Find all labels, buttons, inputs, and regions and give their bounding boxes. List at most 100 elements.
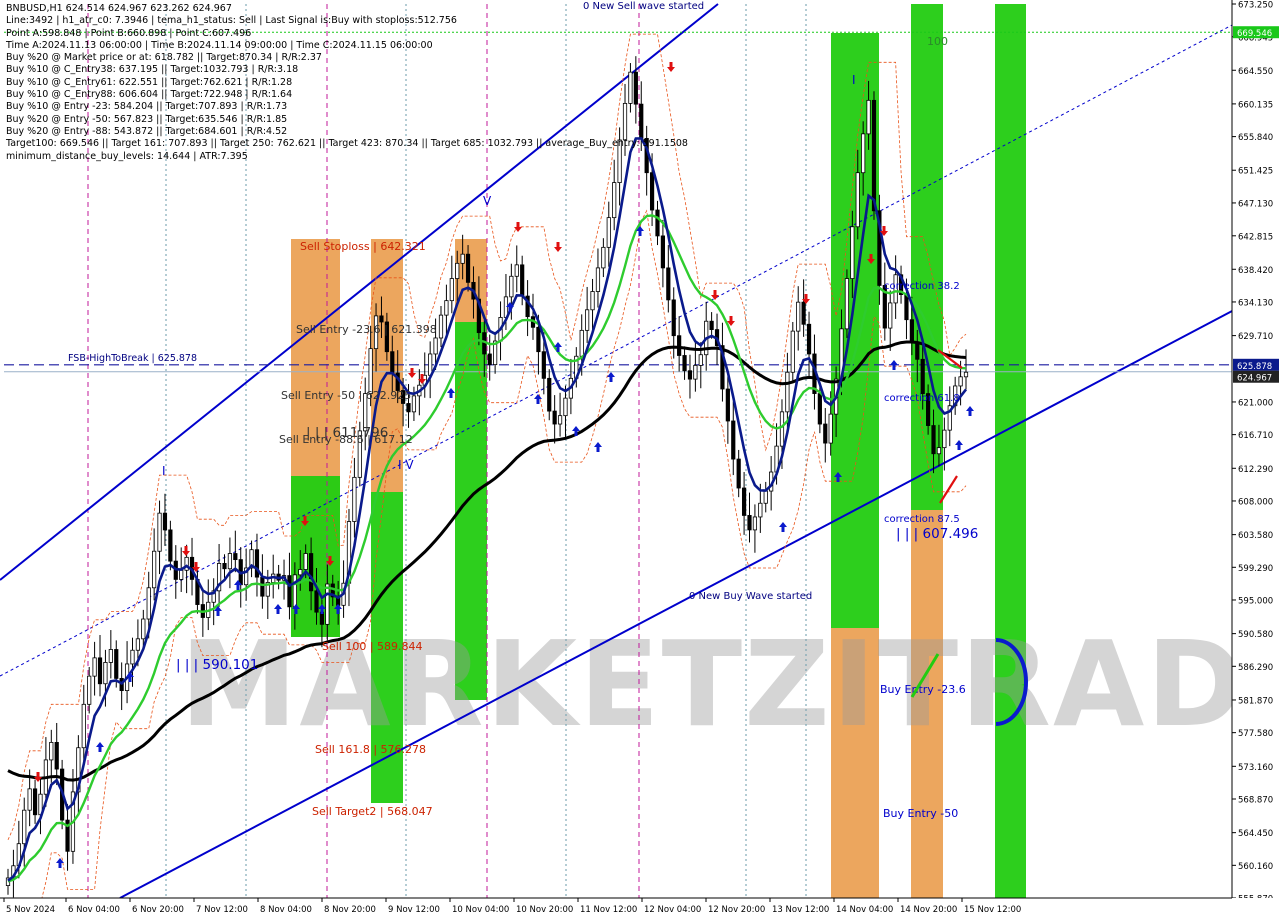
price-tick-label: 634.130 [1238,298,1273,308]
price-tick-label: 651.425 [1238,167,1273,177]
candle-bull [828,413,833,444]
candle-bear [725,388,730,422]
zone-label-label-100: 100 [927,35,948,48]
candle-bull [179,569,184,580]
candle-bull [785,371,790,413]
zone-label-marker-i2: I [852,73,856,87]
candle-bear [520,264,525,297]
time-tick-label: 12 Nov 04:00 [644,905,701,915]
candle-bear [660,235,666,269]
price-tick-label: 577.580 [1238,729,1273,739]
candle-bull [130,649,135,665]
info-line: Buy %20 @ Entry -88: 543.872 || Target:6… [6,125,288,137]
candle-bull [942,429,947,449]
price-tick-label: 629.710 [1238,332,1273,342]
candle-bull [298,569,303,576]
candle-bear [536,326,541,353]
info-line: Buy %20 @ Market price or at: 618.782 ||… [6,52,322,64]
candle-bull [693,364,698,380]
candle-bear [741,487,747,516]
price-tick-label: 655.840 [1238,133,1273,143]
current-price-label: 624.967 [1237,374,1272,384]
zone-label-buy-590: | | | 590.101 [176,657,258,673]
buy-zone-5 [911,4,943,510]
zone-label-sell-100: Sell 100 | 589.844 [322,640,423,653]
price-tick-label: 664.550 [1238,67,1273,77]
candle-bull [514,264,519,277]
zone-label-marker-i1: I [162,464,166,478]
time-tick-label: 15 Nov 12:00 [964,905,1021,915]
candle-bull [850,226,855,279]
info-line: Buy %10 @ Entry -23: 584.204 || Target:7… [6,101,288,113]
candle-bull [763,490,768,504]
candle-bull [455,262,460,279]
candle-bear [465,253,471,283]
candle-bear [406,403,411,413]
price-tick-label: 638.420 [1238,266,1273,276]
price-tick-label: 603.580 [1238,531,1273,541]
candle-bull [855,172,860,228]
candle-bull [936,447,942,455]
candle-bull [861,133,866,174]
zone-label-buy-entry-236: Buy Entry -23.6 [880,683,966,696]
candle-bear [736,458,741,489]
info-line: Buy %10 @ C_Entry88: 606.604 || Target:7… [6,89,293,101]
candle-bull [444,300,449,316]
candle-bull [108,649,113,663]
zone-label-sell-entry-50: Sell Entry -50 | 622.925 [281,389,411,402]
info-line: Time A:2024.11.13 06:00:00 | Time B:2024… [6,39,433,51]
price-tick-label: 647.130 [1238,199,1273,209]
candle-bull [460,253,465,264]
candle-bear [871,99,877,212]
price-tick-label: 599.290 [1238,564,1273,574]
candle-bull [352,476,357,522]
candle-bull [557,415,563,425]
candle-bear [390,351,395,374]
price-tick-label: 616.710 [1238,431,1273,441]
candle-bull [888,302,893,329]
candle-bear [671,299,676,337]
candle-bear [552,410,557,425]
time-tick-label: 9 Nov 12:00 [388,905,440,915]
time-axis: 5 Nov 2024 6 Nov 04:00 6 Nov 20:00 7 Nov 12… [0,897,1280,920]
time-axis-background [0,898,1280,920]
candle-bull [87,675,92,705]
time-tick-label: 14 Nov 20:00 [900,905,957,915]
candle-bull [227,553,233,570]
zone-label-sell-target2: Sell Target2 | 568.047 [312,805,433,818]
price-tick-label: 573.160 [1238,763,1273,773]
time-tick-label: 10 Nov 20:00 [516,905,573,915]
candle-bear [222,563,227,570]
candle-bear [666,267,671,301]
candle-bull [411,395,417,413]
candle-bull [49,741,54,761]
candle-bear [817,393,822,425]
info-line: Line:3492 | h1_atr_c0: 7.3946 | tema_h1_… [6,15,457,27]
candle-bear [114,649,119,679]
candle-bear [254,549,260,578]
time-tick-label: 12 Nov 20:00 [708,905,765,915]
candle-bear [32,788,38,816]
candle-bear [904,294,909,321]
time-tick-label: 5 Nov 2024 [6,905,55,915]
candle-bull [595,267,601,292]
price-tick-label: 608.000 [1238,497,1273,507]
info-line: Point A:598.848 | Point B:660.898 | Poin… [6,27,252,39]
candle-bull [325,583,330,625]
candle-bull [438,314,444,339]
zone-label-sell-entry-23: Sell Entry -23.6 | 621.398 [296,323,437,336]
price-tick-label: 560.160 [1238,862,1273,872]
candle-bear [547,377,552,412]
zone-label-sell-1618: Sell 161.8 | 576.278 [315,743,426,756]
zone-label-buy-entry-50: Buy Entry -50 [883,807,958,820]
candle-bear [747,515,752,531]
info-line: Buy %10 @ C_Entry38: 637.195 || Target:1… [6,64,299,76]
candle-bear [915,342,920,360]
candle-bull [292,574,297,608]
zone-label-correction-382: correction 38.2 [884,281,960,292]
zone-label-correction-875: correction 87.5 [884,514,960,525]
candle-bear [731,420,736,460]
price-tick-label: 590.580 [1238,630,1273,640]
candle-bull [590,291,595,311]
candle-bear [920,358,925,394]
